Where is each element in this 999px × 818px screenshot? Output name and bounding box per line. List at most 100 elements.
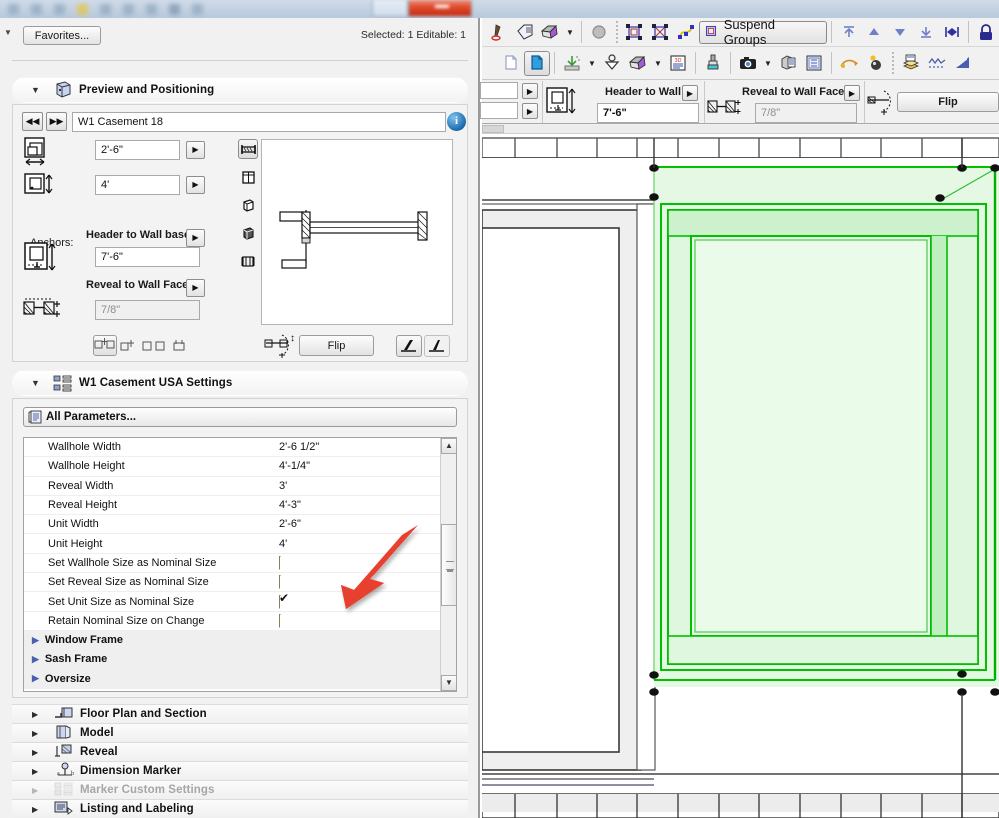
section-usa-settings[interactable]: ▼ W1 Casement USA Settings — [12, 370, 468, 396]
chevron-right-icon[interactable]: ▶ — [32, 748, 48, 757]
reveal-to-wall-face-dropdown[interactable]: ▶ — [844, 84, 860, 101]
send-to-back-icon[interactable] — [836, 20, 862, 45]
parameter-row[interactable]: Reveal Height 4'-3" — [24, 496, 456, 516]
checkbox-unchecked[interactable] — [279, 575, 281, 590]
chevron-down-icon[interactable]: ▼ — [585, 52, 599, 74]
parameter-row[interactable]: Unit Width 2'-6" — [24, 515, 456, 535]
photo-render-icon[interactable] — [801, 51, 827, 76]
chevron-down-icon[interactable]: ▼ — [31, 378, 47, 388]
scrollbar-thumb[interactable] — [441, 524, 456, 606]
chevron-right-icon[interactable]: ▶ — [32, 654, 39, 665]
scroll-up-button[interactable]: ▲ — [441, 438, 456, 454]
chevron-right-icon[interactable]: ▶ — [32, 673, 39, 684]
view-mode-section-icon[interactable] — [238, 139, 258, 159]
chevron-down-icon[interactable]: ▼ — [31, 85, 47, 95]
edit-nodes-icon[interactable] — [673, 20, 699, 45]
object-name-field[interactable]: W1 Casement 18 — [72, 112, 446, 132]
all-parameters-button[interactable]: All Parameters... — [23, 407, 457, 427]
chevron-right-icon[interactable]: ▶ — [32, 729, 48, 738]
mirror-right-button[interactable] — [424, 335, 450, 357]
mirror-left-button[interactable] — [396, 335, 422, 357]
view-mode-3d-icon[interactable] — [238, 195, 258, 215]
parameter-group-row[interactable]: ▶ Oversize — [24, 669, 456, 689]
chevron-down-icon[interactable]: ▼ — [761, 52, 775, 74]
send-backward-icon[interactable] — [862, 20, 888, 45]
info-height-field[interactable] — [480, 101, 518, 119]
ungroup-icon[interactable] — [647, 20, 673, 45]
anchor-preset-3-button[interactable] — [142, 339, 152, 356]
marquee-3d-icon[interactable] — [537, 20, 563, 45]
view-mode-elevation-icon[interactable] — [238, 167, 258, 187]
anchor-preset-2-button[interactable] — [120, 338, 136, 357]
info-width-field[interactable] — [480, 81, 518, 99]
toolbar-overflow-icon[interactable] — [484, 52, 498, 74]
section-preview-positioning[interactable]: ▼ Preview and Positioning — [12, 77, 468, 103]
parameter-row[interactable]: Wallhole Width 2'-6 1/2" — [24, 438, 456, 458]
sun-settings-icon[interactable] — [862, 51, 888, 76]
checkbox-unchecked[interactable] — [279, 555, 281, 570]
copy-icon[interactable] — [498, 51, 524, 76]
flip-button[interactable]: Flip — [897, 91, 999, 112]
close-button[interactable] — [408, 0, 472, 17]
height-spinner-button[interactable]: ▶ — [186, 176, 205, 194]
parameter-row[interactable]: Retain Nominal Size on Change — [24, 612, 456, 631]
previous-object-button[interactable]: ◀◀ — [22, 112, 43, 131]
parameter-value[interactable]: 2'-6" — [279, 518, 301, 530]
parameter-value[interactable] — [279, 613, 281, 628]
flip-button[interactable]: Flip — [299, 335, 374, 356]
height-field[interactable]: 4' — [95, 175, 180, 195]
section-reveal[interactable]: ▶ Reveal — [12, 742, 468, 761]
layers-icon[interactable] — [898, 51, 924, 76]
parameter-row[interactable]: Set Wallhole Size as Nominal Size — [24, 554, 456, 574]
chevron-right-icon[interactable]: ▶ — [32, 767, 48, 776]
label-tool-icon[interactable] — [512, 20, 538, 45]
header-to-wall-dropdown[interactable]: ▶ — [682, 84, 698, 101]
parameter-group-row[interactable]: ▶ Sash Frame — [24, 650, 456, 670]
info-width-spinner[interactable]: ▶ — [522, 82, 538, 99]
chevron-right-icon[interactable]: ▶ — [32, 635, 39, 646]
view-mode-list-icon[interactable] — [238, 251, 258, 271]
parameter-value[interactable] — [279, 555, 281, 570]
window-controls[interactable] — [372, 0, 482, 17]
horizontal-scrollbar[interactable] — [482, 125, 999, 134]
parameter-value[interactable]: 2'-6 1/2" — [279, 441, 319, 453]
parameter-value[interactable]: 4'-1/4" — [279, 460, 310, 472]
parameter-value[interactable]: 4' — [279, 538, 287, 550]
section-floor-plan-and-section[interactable]: ▶ Floor Plan and Section — [12, 704, 468, 723]
annotate-tool-icon[interactable] — [486, 20, 512, 45]
chevron-down-icon[interactable]: ▼ — [563, 21, 577, 43]
sun-path-icon[interactable] — [836, 51, 862, 76]
scrollbar-thumb[interactable] — [482, 125, 504, 133]
pick-up-settings-icon[interactable] — [599, 51, 625, 76]
parameter-value[interactable]: 3' — [279, 480, 287, 492]
parameter-row[interactable]: Set Unit Size as Nominal Size — [24, 592, 456, 612]
checkbox-unchecked[interactable] — [279, 613, 281, 628]
minimize-button[interactable] — [372, 0, 408, 17]
camera-icon[interactable] — [735, 51, 761, 76]
paint-brush-icon[interactable] — [700, 51, 726, 76]
bring-to-front-icon[interactable] — [913, 20, 939, 45]
section-listing-and-labeling[interactable]: ▶ Listing and Labeling — [12, 799, 468, 818]
chevron-right-icon[interactable]: ▶ — [32, 805, 48, 814]
parameter-row[interactable]: Reveal Width 3' — [24, 477, 456, 496]
anchor-preset-4-button[interactable] — [155, 339, 165, 356]
parameter-value[interactable]: 4'-3" — [279, 499, 301, 511]
parameter-list-scrollbar[interactable]: ▲ ▼ — [440, 438, 456, 691]
parameter-list[interactable]: Wallhole Width 2'-6 1/2" Wallhole Height 4'… — [23, 437, 457, 692]
anchor-preset-1-button[interactable] — [93, 335, 117, 356]
info-height-spinner[interactable]: ▶ — [522, 102, 538, 119]
parameter-row[interactable]: Set Reveal Size as Nominal Size — [24, 573, 456, 593]
reveal-to-wall-face-dropdown[interactable]: ▶ — [186, 279, 205, 297]
parameter-row[interactable]: Wallhole Height 4'-1/4" — [24, 457, 456, 477]
lock-icon[interactable] — [973, 20, 999, 45]
header-to-wall-base-dropdown[interactable]: ▶ — [186, 229, 205, 247]
favorites-button[interactable]: Favorites... — [23, 26, 101, 45]
section-model[interactable]: ▶ Model — [12, 723, 468, 742]
width-field[interactable]: 2'-6" — [95, 140, 180, 160]
floor-plan-canvas[interactable] — [482, 125, 999, 818]
reveal-to-wall-face-field[interactable]: 7/8" — [755, 102, 857, 123]
chevron-right-icon[interactable]: ▶ — [32, 710, 48, 719]
align-center-icon[interactable] — [939, 20, 965, 45]
inject-settings-icon[interactable] — [559, 51, 585, 76]
parameter-value[interactable] — [279, 575, 281, 590]
